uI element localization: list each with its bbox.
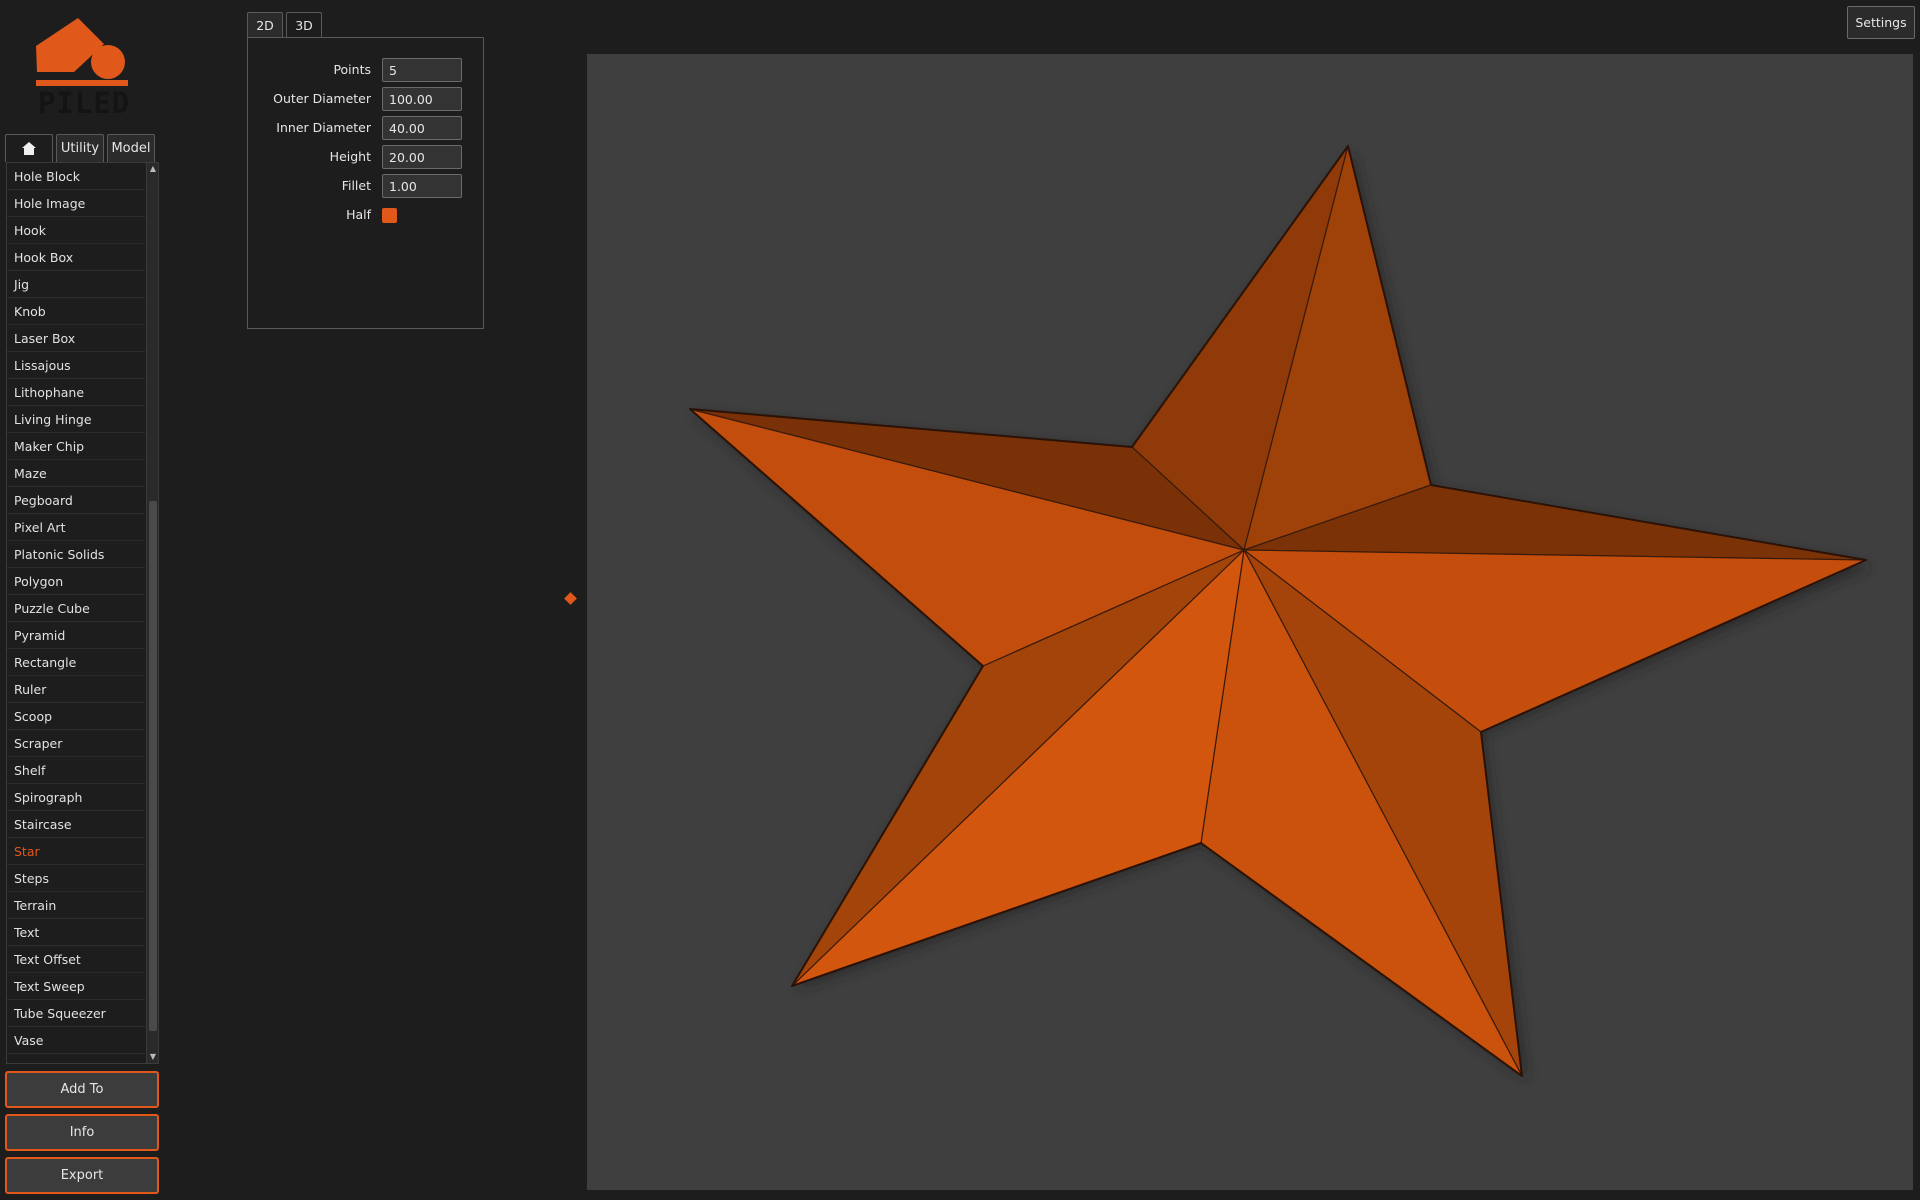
list-item[interactable]: Text Offset bbox=[7, 946, 145, 973]
list-item[interactable]: Hole Block bbox=[7, 163, 145, 190]
list-item[interactable]: Star bbox=[7, 838, 145, 865]
tab-utility[interactable]: Utility bbox=[56, 134, 104, 162]
list-item[interactable]: Pyramid bbox=[7, 622, 145, 649]
half-label: Half bbox=[346, 207, 371, 222]
list-item[interactable]: Puzzle Cube bbox=[7, 595, 145, 622]
export-button[interactable]: Export bbox=[5, 1157, 159, 1194]
list-item[interactable]: Text bbox=[7, 919, 145, 946]
param-points: Points bbox=[248, 58, 483, 82]
model-list-scrollbar[interactable]: ▲ ▼ bbox=[146, 163, 158, 1063]
inner-diameter-input[interactable] bbox=[382, 116, 462, 140]
list-item[interactable]: Tube Squeezer bbox=[7, 1000, 145, 1027]
list-item[interactable]: Hook Box bbox=[7, 244, 145, 271]
star-model bbox=[689, 145, 1873, 1080]
list-item[interactable]: Maze bbox=[7, 460, 145, 487]
list-item[interactable]: Scraper bbox=[7, 730, 145, 757]
height-label: Height bbox=[329, 149, 371, 164]
list-item[interactable]: Ruler bbox=[7, 676, 145, 703]
3d-viewport[interactable] bbox=[587, 54, 1913, 1190]
piled-logo: PILED bbox=[34, 14, 134, 120]
list-item[interactable]: Staircase bbox=[7, 811, 145, 838]
param-fillet: Fillet bbox=[248, 174, 483, 198]
scroll-down-arrow-icon[interactable]: ▼ bbox=[148, 1051, 158, 1063]
info-button[interactable]: Info bbox=[5, 1114, 159, 1151]
add-to-button[interactable]: Add To bbox=[5, 1071, 159, 1108]
inner-diameter-label: Inner Diameter bbox=[276, 120, 371, 135]
list-item[interactable]: Vase bbox=[7, 1027, 145, 1054]
app-window: PILED Utility Model Hole Block Hole Image… bbox=[0, 0, 1920, 1200]
points-label: Points bbox=[333, 62, 371, 77]
list-item[interactable]: Knob bbox=[7, 298, 145, 325]
parameter-panel: Points Outer Diameter Inner Diameter Hei… bbox=[247, 37, 484, 329]
list-item[interactable]: Pixel Art bbox=[7, 514, 145, 541]
param-height: Height bbox=[248, 145, 483, 169]
viewport-splitter-handle-icon[interactable] bbox=[564, 592, 577, 605]
list-item[interactable]: Shelf bbox=[7, 757, 145, 784]
list-item[interactable]: Maker Chip bbox=[7, 433, 145, 460]
scroll-up-arrow-icon[interactable]: ▲ bbox=[148, 163, 158, 175]
logo-wordmark: PILED bbox=[37, 86, 131, 120]
param-inner-diameter: Inner Diameter bbox=[248, 116, 483, 140]
list-item[interactable]: Polygon bbox=[7, 568, 145, 595]
logo-mark-icon bbox=[36, 18, 128, 86]
list-item[interactable]: Spirograph bbox=[7, 784, 145, 811]
param-outer-diameter: Outer Diameter bbox=[248, 87, 483, 111]
scroll-thumb[interactable] bbox=[149, 501, 157, 1031]
list-item[interactable]: Living Hinge bbox=[7, 406, 145, 433]
list-item[interactable]: Platonic Solids bbox=[7, 541, 145, 568]
model-list[interactable]: Hole Block Hole Image Hook Hook Box Jig Knob L… bbox=[6, 162, 159, 1064]
fillet-label: Fillet bbox=[341, 178, 371, 193]
list-item[interactable]: Lithophane bbox=[7, 379, 145, 406]
points-input[interactable] bbox=[382, 58, 462, 82]
list-item[interactable]: Lissajous bbox=[7, 352, 145, 379]
settings-button[interactable]: Settings bbox=[1847, 6, 1915, 39]
list-item[interactable]: Scoop bbox=[7, 703, 145, 730]
list-item[interactable]: Terrain bbox=[7, 892, 145, 919]
model-list-items: Hole Block Hole Image Hook Hook Box Jig Knob L… bbox=[7, 163, 145, 1054]
height-input[interactable] bbox=[382, 145, 462, 169]
outer-diameter-label: Outer Diameter bbox=[273, 91, 371, 106]
list-item[interactable]: Rectangle bbox=[7, 649, 145, 676]
list-item[interactable]: Hook bbox=[7, 217, 145, 244]
outer-diameter-input[interactable] bbox=[382, 87, 462, 111]
list-item[interactable]: Hole Image bbox=[7, 190, 145, 217]
list-item[interactable]: Steps bbox=[7, 865, 145, 892]
fillet-input[interactable] bbox=[382, 174, 462, 198]
tab-2d[interactable]: 2D bbox=[247, 12, 283, 38]
home-icon bbox=[22, 142, 36, 155]
list-item[interactable]: Pegboard bbox=[7, 487, 145, 514]
list-item[interactable]: Laser Box bbox=[7, 325, 145, 352]
list-item[interactable]: Jig bbox=[7, 271, 145, 298]
half-checkbox[interactable] bbox=[382, 208, 397, 223]
tab-3d[interactable]: 3D bbox=[286, 12, 322, 38]
tab-home[interactable] bbox=[5, 134, 53, 162]
list-item[interactable]: Text Sweep bbox=[7, 973, 145, 1000]
param-half: Half bbox=[248, 203, 483, 227]
tab-model[interactable]: Model bbox=[107, 134, 155, 162]
